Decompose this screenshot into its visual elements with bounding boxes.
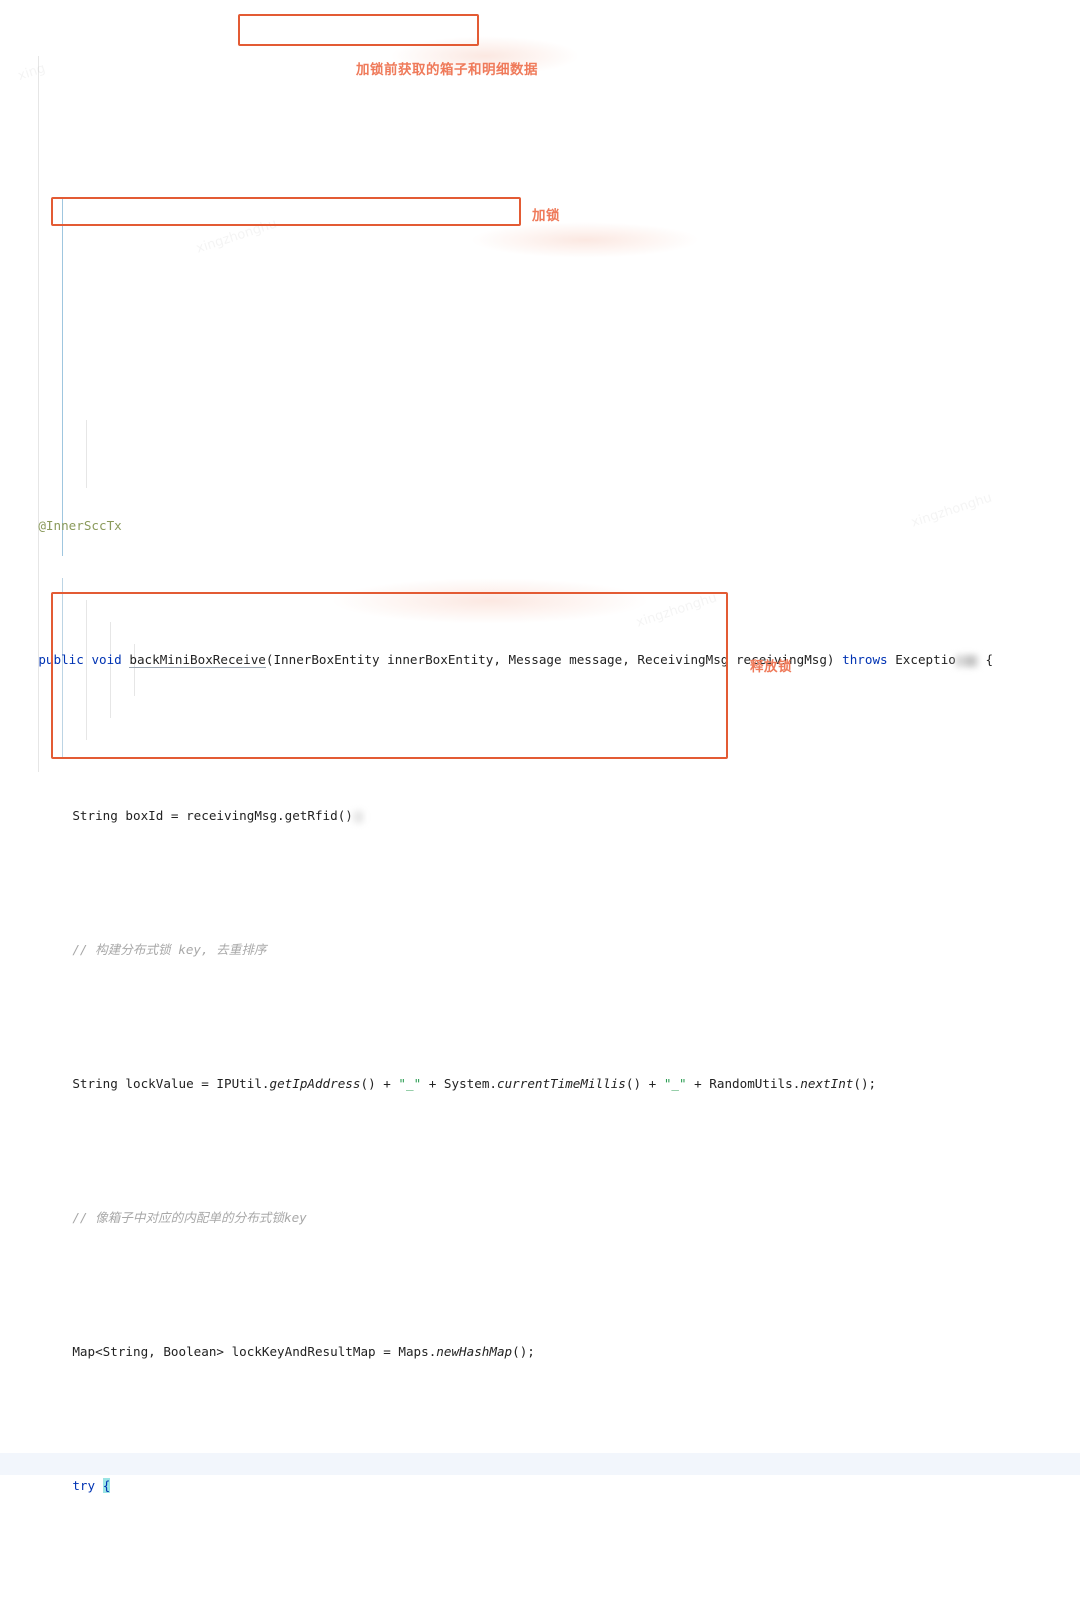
annotation-label-prefetch: 加锁前获取的箱子和明细数据 xyxy=(356,62,538,78)
string-underscore-1: "_" xyxy=(398,1076,422,1092)
string-underscore-2: "_" xyxy=(663,1076,687,1092)
smudge-artifact-3 xyxy=(470,222,700,258)
lockvalue-c: + System. xyxy=(421,1076,497,1092)
code-line-map-decl: Map<String, Boolean> lockKeyAndResultMap… xyxy=(0,1319,1080,1359)
redacted-semicolon xyxy=(352,810,363,823)
code-line-boxid: String boxId = receivingMsg.getRfid() xyxy=(0,783,1080,823)
keyword-try: try xyxy=(72,1478,96,1494)
method-nextint: nextInt xyxy=(800,1076,854,1092)
try-open-brace: { xyxy=(102,1478,111,1494)
comment-box-lock-key: // 像箱子中对应的内配单的分布式锁key xyxy=(72,1210,307,1226)
stmt-boxid: String boxId = receivingMsg.getRfid() xyxy=(72,808,353,824)
method-name-backminiboxreceive: backMiniBoxReceive xyxy=(129,652,266,669)
code-line-try: try { xyxy=(0,1453,1080,1494)
lockvalue-d: () + xyxy=(625,1076,664,1092)
params-boxed: (InnerBoxEntity innerBoxEntity, xyxy=(265,652,501,668)
indent-guide-5 xyxy=(86,420,87,488)
watermark: xingzhonghu xyxy=(194,216,279,257)
code-line-comment-lockkey: // 构建分布式锁 key, 去重排序 xyxy=(0,917,1080,957)
lockvalue-prefix: String lockValue = IPUtil. xyxy=(72,1076,270,1092)
code-editor[interactable]: xingzhonghu xingzhonghu xing xingzhonghu… xyxy=(0,0,1080,1494)
lockvalue-f: (); xyxy=(853,1076,877,1092)
annotation-innersctx: @InnerSccTx xyxy=(38,518,122,534)
comment-build-lock-key: // 构建分布式锁 key, 去重排序 xyxy=(72,942,267,958)
redacted-exception-suffix xyxy=(955,654,978,667)
method-newhashmap: newHashMap xyxy=(436,1344,513,1360)
keyword-throws: throws xyxy=(842,652,888,668)
method-currenttimemillis: currentTimeMillis xyxy=(496,1076,626,1092)
annotation-label-acquire: 加锁 xyxy=(532,208,560,224)
keyword-void: void xyxy=(91,652,122,668)
smudge-artifact-2 xyxy=(330,578,650,624)
code-line-lockvalue: String lockValue = IPUtil.getIpAddress()… xyxy=(0,1051,1080,1091)
lockvalue-b: () + xyxy=(360,1076,399,1092)
exception-type: Exceptio xyxy=(895,652,956,668)
open-brace: { xyxy=(985,652,994,668)
map-decl-prefix: Map<String, Boolean> lockKeyAndResultMap… xyxy=(72,1344,437,1360)
keyword-public: public xyxy=(38,652,84,668)
method-getipaddress: getIpAddress xyxy=(269,1076,361,1092)
code-line-signature: public void backMiniBoxReceive(InnerBoxE… xyxy=(0,627,1080,669)
code-line-tryacquirelock: tryAcquireLock(boxId, lockValue, lockKey… xyxy=(0,1589,1080,1598)
annotation-label-release: 释放锁 xyxy=(750,659,792,675)
lockvalue-e: + RandomUtils. xyxy=(686,1076,801,1092)
code-line-comment-boxkey: // 像箱子中对应的内配单的分布式锁key xyxy=(0,1185,1080,1225)
map-decl-suffix: (); xyxy=(512,1344,535,1360)
code-line-annotation: @InnerSccTx xyxy=(0,493,1080,533)
watermark-3: xing xyxy=(16,61,48,84)
